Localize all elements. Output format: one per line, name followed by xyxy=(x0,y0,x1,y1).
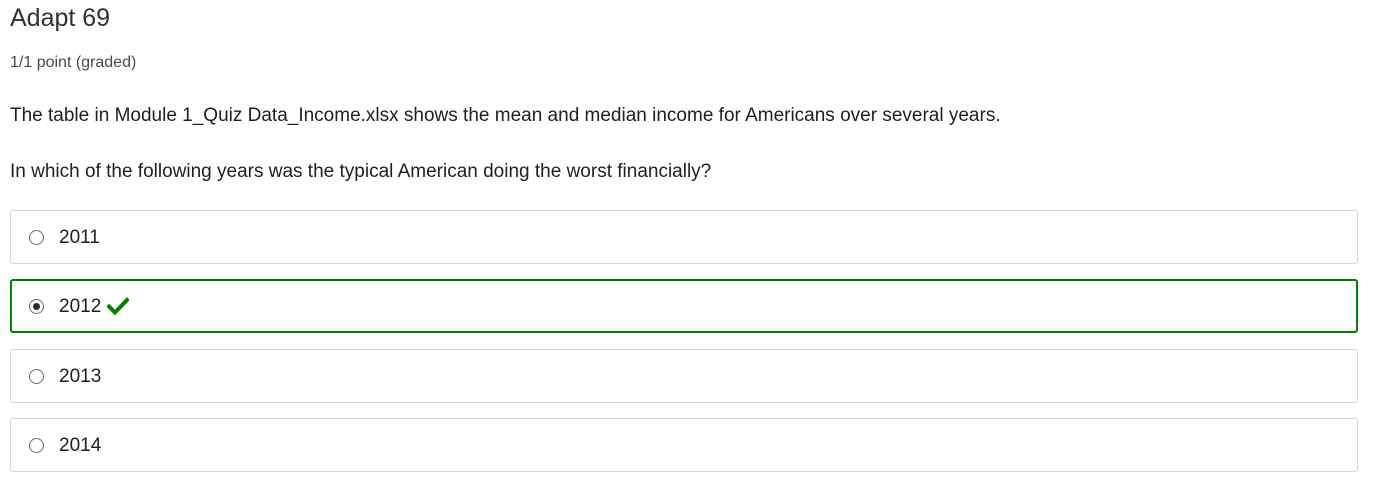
choice-option[interactable]: 2011 xyxy=(10,210,1358,264)
choice-option[interactable]: 2013 xyxy=(10,349,1358,403)
radio-button[interactable] xyxy=(29,230,44,245)
choice-label: 2011 xyxy=(59,227,100,248)
choice-label: 2013 xyxy=(59,366,102,387)
radio-button-selected[interactable] xyxy=(29,299,44,314)
radio-dot xyxy=(33,303,40,310)
check-icon xyxy=(106,297,131,322)
choice-option[interactable]: 2014 xyxy=(10,418,1358,472)
question-text: In which of the following years was the … xyxy=(10,161,712,182)
problem-title: Adapt 69 xyxy=(10,4,111,32)
radio-button[interactable] xyxy=(29,369,44,384)
choice-label: 2014 xyxy=(59,435,102,456)
choice-option-selected[interactable]: 2012 xyxy=(10,279,1358,333)
choice-label: 2012 xyxy=(59,296,102,317)
radio-button[interactable] xyxy=(29,438,44,453)
choice-label-wrap: 2012 xyxy=(59,295,131,322)
points-status: 1/1 point (graded) xyxy=(10,54,137,71)
problem-description: The table in Module 1_Quiz Data_Income.x… xyxy=(10,105,1001,126)
